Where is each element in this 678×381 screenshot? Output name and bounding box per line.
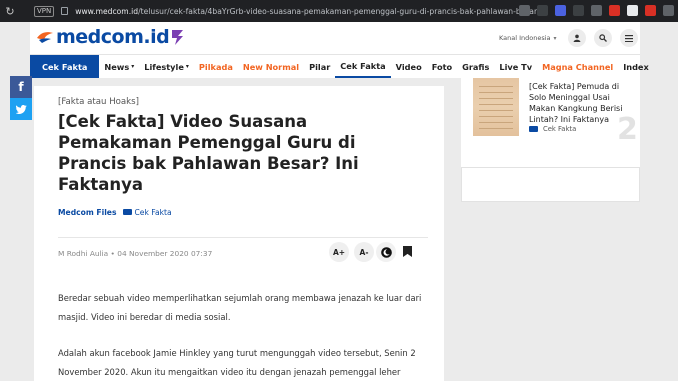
- nav-item-label: Magna Channel: [542, 61, 614, 72]
- divider: [58, 237, 428, 238]
- category-link[interactable]: Cek Fakta: [123, 208, 172, 217]
- moon-icon: [380, 246, 392, 258]
- kanal-label: Kanal Indonesia: [499, 34, 551, 42]
- twitter-icon: [15, 104, 27, 114]
- article-title: [Cek Fakta] Video Suasana Pemakaman Peme…: [58, 112, 359, 194]
- nav-item-cek-fakta-channel[interactable]: Cek Fakta: [30, 55, 100, 78]
- kanal-selector[interactable]: Kanal Indonesia ▾: [499, 34, 557, 42]
- article-paragraph: Adalah akun facebook Jamie Hinkley yang …: [58, 348, 416, 377]
- address-bar[interactable]: www.medcom.id/telusur/cek-fakta/4baYrGrb…: [75, 7, 541, 16]
- nav-item-lifestyle[interactable]: Lifestyle ▾: [139, 55, 194, 78]
- nav-item-cek-fakta[interactable]: Cek Fakta: [335, 55, 391, 78]
- chevron-down-icon: ▾: [131, 63, 135, 70]
- site-header: medcom.id Kanal Indonesia ▾: [30, 22, 640, 54]
- logo-text: medcom.id: [56, 26, 170, 48]
- twitter-share-button[interactable]: [10, 98, 32, 120]
- category-label: Cek Fakta: [134, 208, 172, 217]
- facebook-share-button[interactable]: f: [10, 76, 32, 98]
- chevron-down-icon: ▾: [553, 34, 557, 42]
- hamburger-menu-icon: [625, 34, 633, 42]
- search-icon: [599, 34, 607, 42]
- article-paragraph: Beredar sebuah video memperlihatkan seju…: [58, 293, 422, 322]
- related-category-label: Cek Fakta: [543, 125, 577, 133]
- folder-icon: [529, 126, 538, 132]
- nav-item-label: New Normal: [242, 61, 300, 72]
- menu-button[interactable]: [620, 29, 638, 47]
- related-thumbnail[interactable]: [473, 78, 519, 136]
- main-nav: Cek Fakta News ▾ Lifestyle ▾ Pilkada New N…: [30, 54, 649, 78]
- nav-item-index[interactable]: Index: [618, 55, 654, 78]
- red-extension-icon[interactable]: [609, 5, 620, 16]
- nav-item-label: Grafis: [462, 61, 490, 72]
- reload-icon[interactable]: ↻: [0, 5, 20, 18]
- nav-item-label: Live Tv: [499, 61, 533, 72]
- nav-item-news[interactable]: News ▾: [99, 55, 139, 78]
- puzzle-icon[interactable]: [591, 5, 602, 16]
- pdf-extension-icon[interactable]: [645, 5, 656, 16]
- nav-item-foto[interactable]: Foto: [427, 55, 457, 78]
- profile-icon[interactable]: [663, 5, 674, 16]
- nav-item-label: Cek Fakta: [42, 61, 88, 72]
- search-button[interactable]: [594, 29, 612, 47]
- nav-item-label: Pilkada: [198, 61, 233, 72]
- nav-item-live-tv[interactable]: Live Tv: [494, 55, 537, 78]
- sidebar-related-item[interactable]: [Cek Fakta] Pemuda di Solo Meninggal Usa…: [461, 78, 640, 174]
- url-path: /telusur/cek-fakta/4baYrGrb-video-suasan…: [138, 6, 542, 16]
- font-decrease-label: A-: [359, 247, 369, 257]
- nav-item-label: News: [104, 61, 130, 72]
- nav-item-label: Foto: [431, 61, 453, 72]
- page: medcom.id Kanal Indonesia ▾ Cek Fakta Ne…: [0, 22, 678, 381]
- user-button[interactable]: [568, 29, 586, 47]
- logo-bird-icon: [37, 32, 53, 43]
- white-extension-icon[interactable]: [627, 5, 638, 16]
- related-category[interactable]: Cek Fakta: [529, 125, 576, 133]
- article-meta: Medcom Files Cek Fakta: [58, 208, 172, 217]
- chevron-down-icon: ▾: [185, 63, 189, 70]
- nav-item-grafis[interactable]: Grafis: [457, 55, 494, 78]
- bookmark-icon[interactable]: [403, 246, 412, 257]
- author-link[interactable]: Medcom Files: [58, 208, 116, 217]
- nav-item-label: Lifestyle: [144, 61, 184, 72]
- url-host: www.medcom.id: [75, 6, 139, 16]
- nav-item-new-normal[interactable]: New Normal: [238, 55, 304, 78]
- nav-item-label: Cek Fakta: [340, 60, 386, 71]
- bookmark-star-icon[interactable]: [537, 5, 548, 16]
- facebook-icon: f: [18, 80, 24, 94]
- site-logo[interactable]: medcom.id: [36, 25, 185, 49]
- nav-item-video[interactable]: Video: [391, 55, 427, 78]
- font-increase-button[interactable]: A+: [329, 242, 349, 262]
- user-icon: [573, 34, 581, 42]
- camera-icon[interactable]: [519, 5, 530, 16]
- byline: M Rodhi Aulia • 04 November 2020 07:37: [58, 249, 213, 258]
- extension-icon[interactable]: [573, 5, 584, 16]
- nav-item-pilar[interactable]: Pilar: [304, 55, 335, 78]
- font-decrease-button[interactable]: A-: [354, 242, 374, 262]
- browser-toolbar: ↻ VPN www.medcom.id/telusur/cek-fakta/4b…: [0, 0, 678, 22]
- article-card: [Fakta atau Hoaks] [Cek Fakta] Video Sua…: [34, 86, 444, 381]
- shield-extension-icon[interactable]: [555, 5, 566, 16]
- dark-mode-button[interactable]: [376, 242, 396, 262]
- nav-item-pilkada[interactable]: Pilkada: [194, 55, 238, 78]
- vpn-badge[interactable]: VPN: [34, 5, 55, 17]
- nav-item-label: Index: [623, 61, 649, 72]
- font-increase-label: A+: [332, 247, 346, 257]
- nav-item-magna-channel[interactable]: Magna Channel: [537, 55, 618, 78]
- article-kicker[interactable]: [Fakta atau Hoaks]: [58, 97, 139, 107]
- nav-item-label: Pilar: [309, 61, 331, 72]
- sidebar-ad-slot: [461, 167, 640, 202]
- related-rank-number: 2: [617, 112, 638, 147]
- logo-badge-icon: [172, 30, 184, 45]
- extension-icons: [519, 5, 674, 16]
- lock-icon[interactable]: [61, 7, 69, 15]
- folder-icon: [123, 209, 133, 215]
- nav-item-label: Video: [395, 61, 422, 72]
